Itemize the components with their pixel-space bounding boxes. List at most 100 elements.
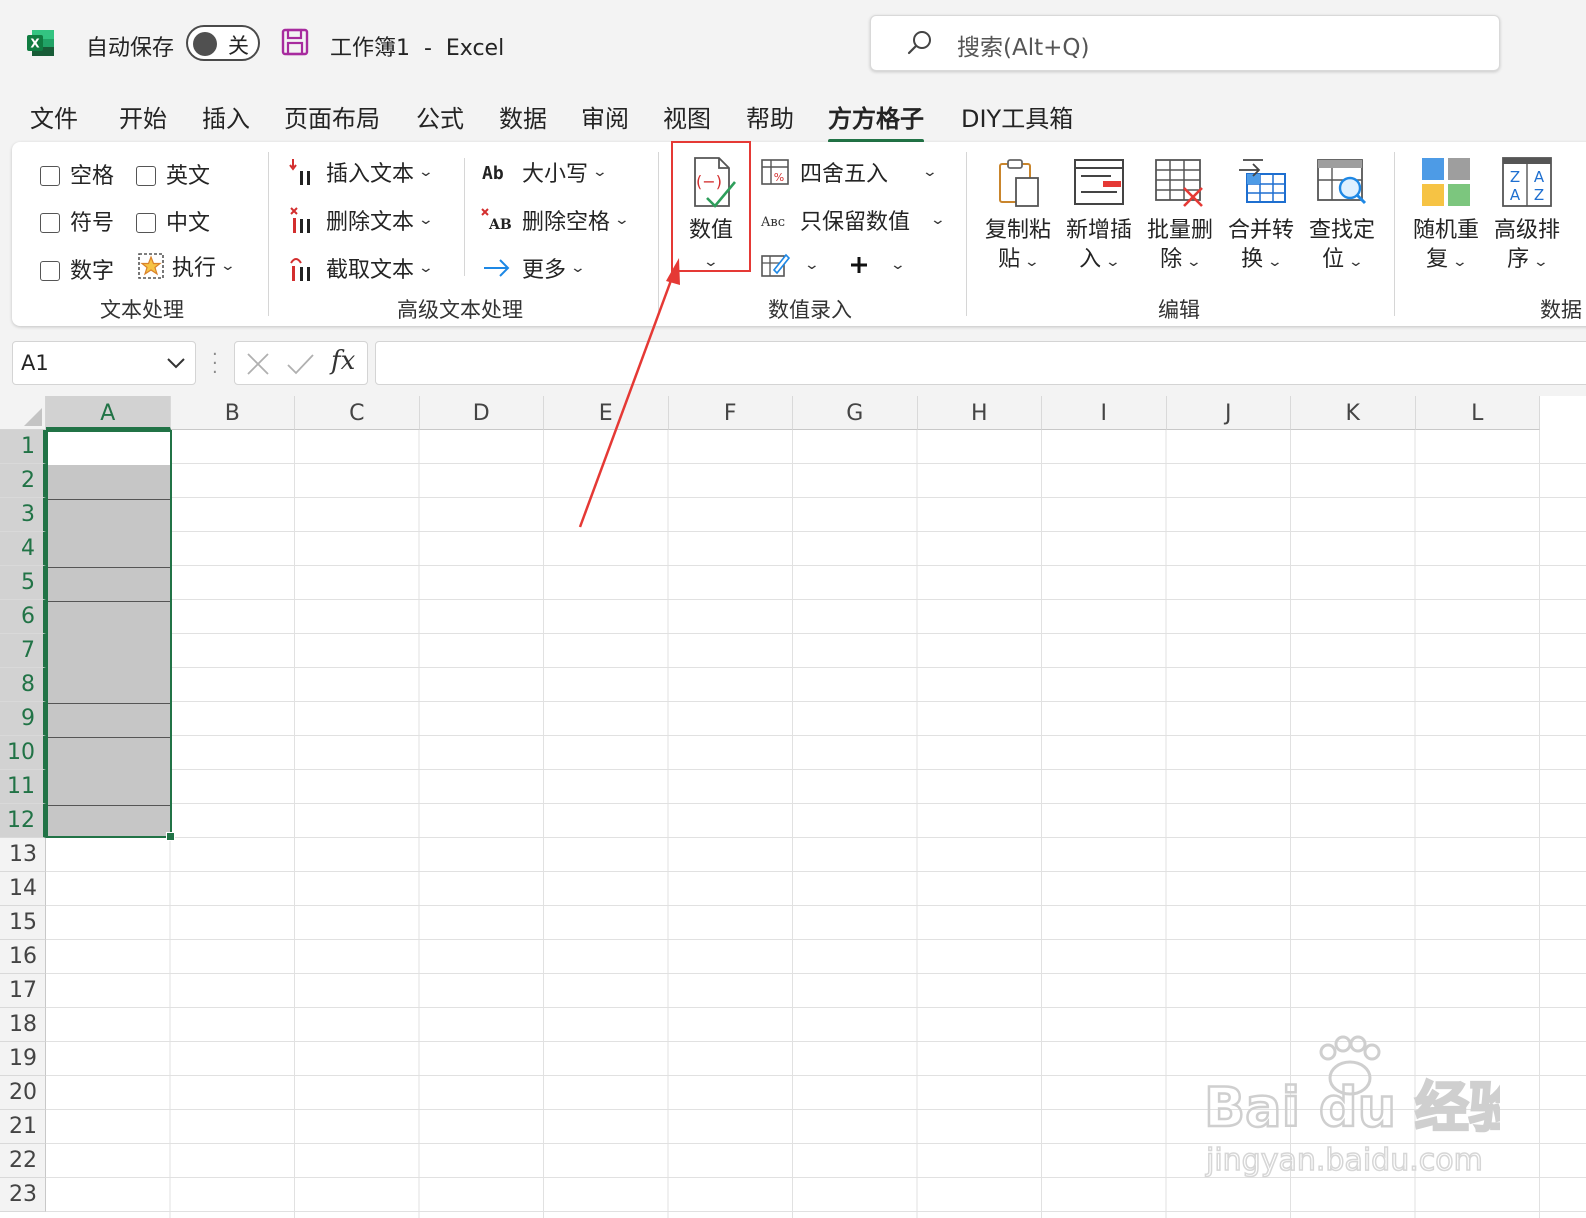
row-header-7[interactable]: 7 <box>0 634 46 668</box>
row-header-10[interactable]: 10 <box>0 736 46 770</box>
plus-icon <box>844 250 874 280</box>
row-header-16[interactable]: 16 <box>0 940 46 974</box>
row-header-1[interactable]: 1 <box>0 430 46 464</box>
checkbox-number[interactable]: 数字 <box>40 253 114 285</box>
column-header-c[interactable]: C <box>295 396 420 430</box>
round-button[interactable]: % 四舍五入 ⌄ <box>760 156 939 188</box>
tab-fangfanggezi[interactable]: 方方格子 <box>828 99 924 143</box>
random-repeat-label-1: 随机重 <box>1412 218 1479 243</box>
execute-button[interactable]: 执行 ⌄ <box>136 250 237 282</box>
formula-bar-grip[interactable]: · · · <box>212 346 218 382</box>
case-button[interactable]: Ab 大小写 ⌄ <box>480 156 608 188</box>
tab-help[interactable]: 帮助 <box>746 99 794 134</box>
add-insert-button[interactable]: 新增插 入 ⌄ <box>1063 154 1135 284</box>
row-header-6[interactable]: 6 <box>0 600 46 634</box>
find-locate-button[interactable]: 查找定 位 ⌄ <box>1306 154 1378 284</box>
checkbox-space[interactable]: 空格 <box>40 158 114 190</box>
row-header-15[interactable]: 15 <box>0 906 46 940</box>
row-header-19[interactable]: 19 <box>0 1042 46 1076</box>
insert-function-button[interactable]: fx <box>331 346 355 376</box>
column-header-e[interactable]: E <box>544 396 669 430</box>
edit-form-button[interactable]: ⌄ <box>760 250 820 280</box>
formula-buttons: fx <box>234 341 368 385</box>
delete-text-button[interactable]: 删除文本 ⌄ <box>288 204 434 236</box>
column-header-f[interactable]: F <box>668 396 793 430</box>
checkbox-symbol[interactable]: 符号 <box>40 205 114 237</box>
row-header-8[interactable]: 8 <box>0 668 46 702</box>
autosave-toggle[interactable]: 关 <box>186 25 260 61</box>
insert-text-button[interactable]: 插入文本 ⌄ <box>288 156 434 188</box>
column-header-g[interactable]: G <box>793 396 918 430</box>
extract-text-button[interactable]: 截取文本 ⌄ <box>288 252 435 284</box>
row-header-22[interactable]: 22 <box>0 1144 46 1178</box>
copy-paste-button[interactable]: 复制粘 贴 ⌄ <box>982 154 1054 284</box>
advanced-sort-button[interactable]: Z A A Z 高级排 序 ⌄ <box>1491 154 1563 284</box>
column-header-j[interactable]: J <box>1166 396 1291 430</box>
fill-handle[interactable] <box>166 832 175 841</box>
column-header-a[interactable]: A <box>46 396 171 430</box>
name-box[interactable]: A1 <box>12 341 196 385</box>
random-repeat-label-2: 复 <box>1426 247 1449 272</box>
column-header-k[interactable]: K <box>1291 396 1416 430</box>
row-header-14[interactable]: 14 <box>0 872 46 906</box>
batch-delete-button[interactable]: 批量删 除 ⌄ <box>1144 154 1216 284</box>
search-box[interactable]: 搜索(Alt+Q) <box>870 15 1500 71</box>
checkbox-chinese[interactable]: 中文 <box>136 205 210 237</box>
tab-diy-toolbox[interactable]: DIY工具箱 <box>961 99 1073 134</box>
enter-check-icon[interactable] <box>285 351 315 377</box>
row-header-3[interactable]: 3 <box>0 498 46 532</box>
remove-spaces-button[interactable]: AB 删除空格 ⌄ <box>480 204 630 236</box>
svg-text:A: A <box>1534 168 1545 186</box>
row-header-4[interactable]: 4 <box>0 532 46 566</box>
more-label: 更多 <box>522 258 567 283</box>
active-cell[interactable] <box>48 432 170 465</box>
formula-input[interactable] <box>375 341 1586 385</box>
column-header-h[interactable]: H <box>917 396 1042 430</box>
row-header-9[interactable]: 9 <box>0 702 46 736</box>
selected-range[interactable] <box>46 430 175 841</box>
cell-divider <box>48 805 170 806</box>
chevron-down-icon: ⌄ <box>219 258 237 274</box>
tab-data[interactable]: 数据 <box>499 99 547 134</box>
group-label-text-processing: 文本处理 <box>100 298 184 322</box>
toggle-knob <box>193 32 217 56</box>
row-header-13[interactable]: 13 <box>0 838 46 872</box>
row-header-20[interactable]: 20 <box>0 1076 46 1110</box>
column-header-b[interactable]: B <box>170 396 295 430</box>
tab-page-layout[interactable]: 页面布局 <box>284 99 380 134</box>
row-header-2[interactable]: 2 <box>0 464 46 498</box>
select-all-button[interactable] <box>0 396 46 430</box>
column-header-i[interactable]: I <box>1042 396 1167 430</box>
column-header-d[interactable]: D <box>419 396 544 430</box>
chevron-down-icon: ⌄ <box>921 164 939 180</box>
tab-formulas[interactable]: 公式 <box>416 99 464 134</box>
row-header-23[interactable]: 23 <box>0 1178 46 1212</box>
tab-file[interactable]: 文件 <box>30 99 78 134</box>
tab-insert[interactable]: 插入 <box>202 99 250 134</box>
chevron-down-icon: ⌄ <box>929 212 947 228</box>
plus-button[interactable]: ⌄ <box>844 250 906 280</box>
ribbon-panel: 空格 英文 符号 中文 数字 执行 ⌄ 文本处理 插入文本 ⌄ 删除文本 ⌄ 截取文本… <box>12 142 1586 326</box>
tab-home[interactable]: 开始 <box>119 99 167 134</box>
row-header-5[interactable]: 5 <box>0 566 46 600</box>
merge-convert-button[interactable]: 合并转 换 ⌄ <box>1225 154 1297 284</box>
cancel-icon[interactable] <box>245 351 271 377</box>
search-icon <box>907 31 931 55</box>
row-header-11[interactable]: 11 <box>0 770 46 804</box>
cell-area[interactable] <box>46 430 1586 1218</box>
insert-text-icon <box>288 157 318 187</box>
tab-review[interactable]: 审阅 <box>581 99 629 134</box>
row-header-17[interactable]: 17 <box>0 974 46 1008</box>
more-button[interactable]: 更多 ⌄ <box>480 252 586 284</box>
save-icon[interactable] <box>280 27 310 57</box>
checkbox-english[interactable]: 英文 <box>136 158 210 190</box>
keep-numbers-button[interactable]: Aʙᴄ 只保留数值 ⌄ <box>760 204 947 236</box>
row-header-18[interactable]: 18 <box>0 1008 46 1042</box>
ribbon-tabs: 文件 开始 插入 页面布局 公式 数据 审阅 视图 帮助 方方格子 DIY工具箱 <box>0 86 1586 143</box>
chevron-down-icon: ⌄ <box>417 260 435 276</box>
random-repeat-button[interactable]: 随机重 复 ⌄ <box>1410 154 1482 284</box>
column-header-l[interactable]: L <box>1415 396 1540 430</box>
row-header-12[interactable]: 12 <box>0 804 46 838</box>
tab-view[interactable]: 视图 <box>663 99 711 134</box>
row-header-21[interactable]: 21 <box>0 1110 46 1144</box>
